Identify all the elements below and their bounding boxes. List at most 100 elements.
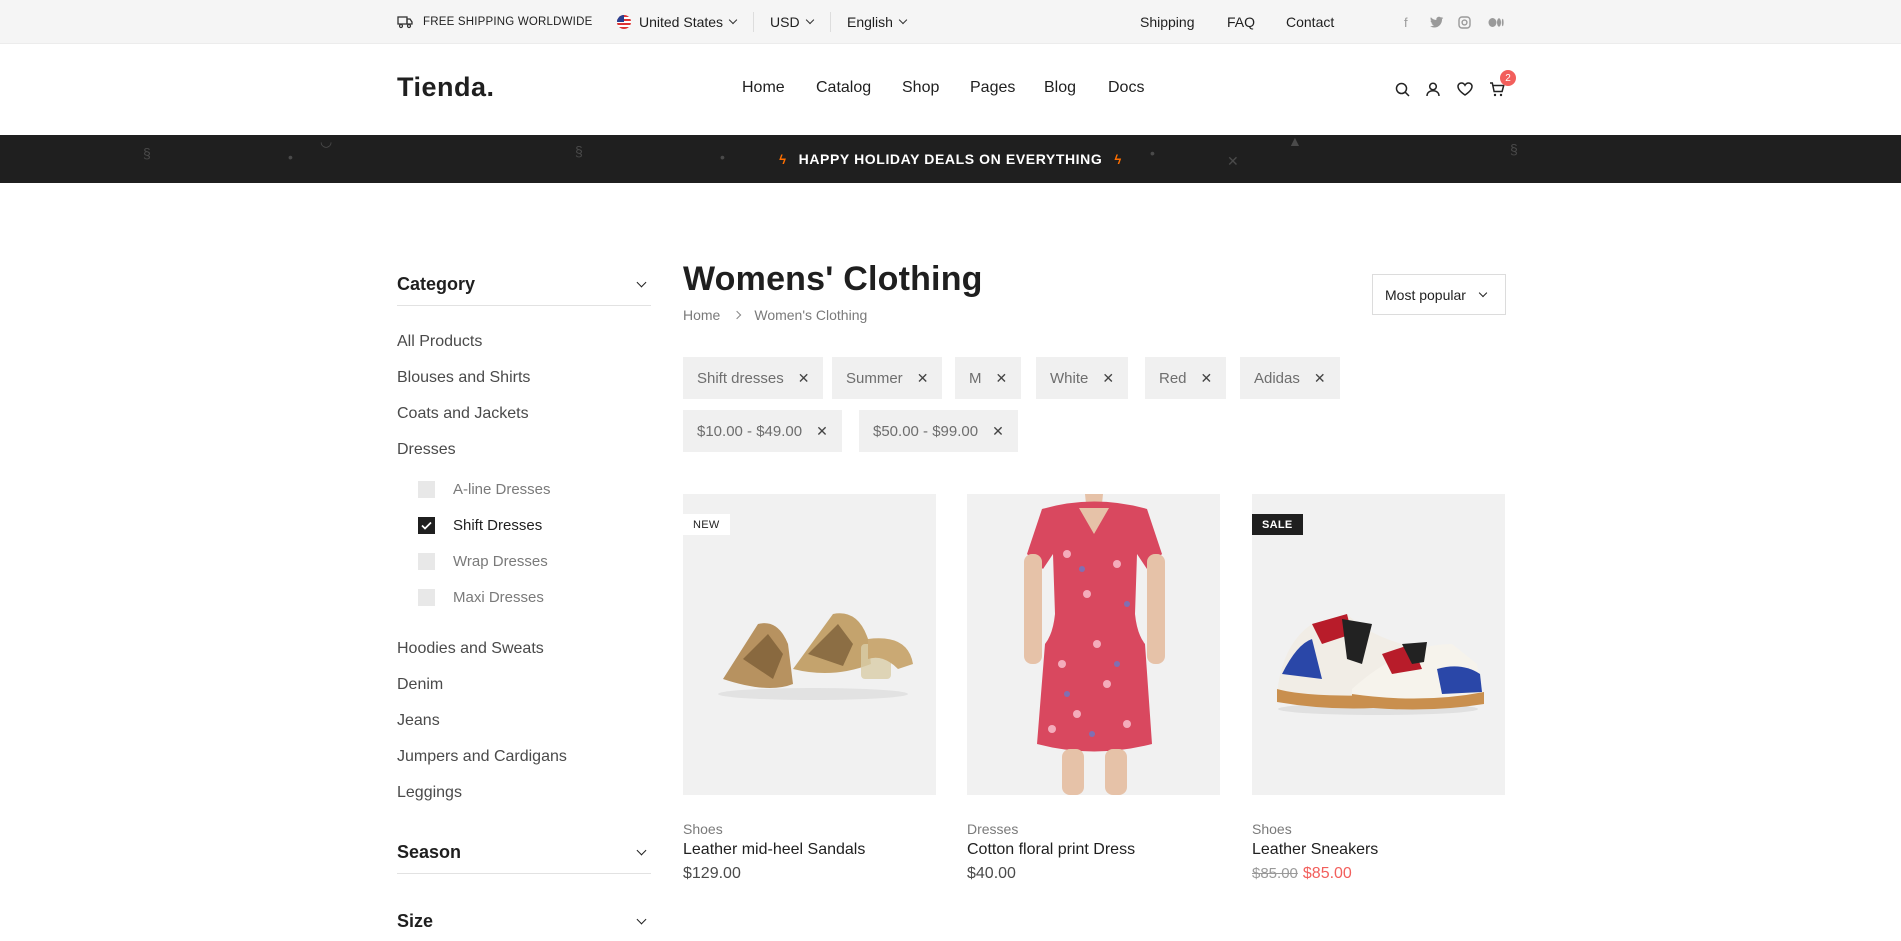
shipping-text: FREE SHIPPING WORLDWIDE xyxy=(423,16,593,28)
category-all-products[interactable]: All Products xyxy=(397,333,482,351)
nav-docs[interactable]: Docs xyxy=(1108,79,1144,97)
chevron-down-icon xyxy=(636,914,647,924)
product-image-dress[interactable] xyxy=(967,494,1220,795)
category-blouses[interactable]: Blouses and Shirts xyxy=(397,369,530,387)
close-icon[interactable]: ✕ xyxy=(816,423,828,440)
checkbox[interactable] xyxy=(418,553,435,570)
product-name[interactable]: Cotton floral print Dress xyxy=(967,841,1135,859)
dress-image xyxy=(1024,494,1165,795)
page-title: Womens' Clothing xyxy=(683,260,983,298)
search-icon[interactable] xyxy=(1391,78,1413,100)
filter-wrap-dresses[interactable]: Wrap Dresses xyxy=(418,553,548,570)
active-filter-tag[interactable]: White ✕ xyxy=(1036,357,1129,399)
close-icon[interactable]: ✕ xyxy=(996,370,1008,387)
category-denim[interactable]: Denim xyxy=(397,676,443,694)
facebook-icon[interactable]: f xyxy=(1404,0,1408,44)
faq-link[interactable]: FAQ xyxy=(1227,0,1255,44)
check-icon xyxy=(421,521,432,530)
active-filter-tag[interactable]: Adidas ✕ xyxy=(1240,357,1340,399)
breadcrumb-current: Women's Clothing xyxy=(754,307,868,323)
shipping-link[interactable]: Shipping xyxy=(1140,0,1195,44)
category-jeans[interactable]: Jeans xyxy=(397,712,440,730)
close-icon[interactable]: ✕ xyxy=(992,423,1004,440)
nav-catalog[interactable]: Catalog xyxy=(816,79,871,97)
tag-label: $10.00 - $49.00 xyxy=(697,422,803,440)
close-icon[interactable]: ✕ xyxy=(917,370,929,387)
medium-icon[interactable] xyxy=(1488,0,1504,44)
size-title: Size xyxy=(397,910,434,931)
filter-maxi-dresses[interactable]: Maxi Dresses xyxy=(418,589,544,606)
country-selector[interactable]: United States xyxy=(617,0,738,44)
instagram-icon[interactable] xyxy=(1458,0,1471,44)
nav-blog[interactable]: Blog xyxy=(1044,79,1076,97)
category-leggings[interactable]: Leggings xyxy=(397,784,462,802)
faq-link-label: FAQ xyxy=(1227,14,1256,30)
active-filter-tag[interactable]: Summer ✕ xyxy=(832,357,943,399)
promo-text: ϟ HAPPY HOLIDAY DEALS ON EVERYTHING ϟ xyxy=(0,135,1901,183)
currency-selector[interactable]: USD xyxy=(770,0,814,44)
active-filter-tag[interactable]: $50.00 - $99.00 ✕ xyxy=(859,410,1018,452)
bolt-icon: ϟ xyxy=(1114,151,1122,167)
shipping-link-label: Shipping xyxy=(1140,14,1195,30)
season-filter-header[interactable]: Season xyxy=(397,832,651,874)
truck-icon xyxy=(397,16,413,29)
breadcrumb-home[interactable]: Home xyxy=(683,307,720,323)
old-price: $85.00 xyxy=(1252,865,1298,882)
product-image-sandals[interactable]: NEW xyxy=(683,494,936,795)
close-icon[interactable]: ✕ xyxy=(798,370,810,387)
filter-shift-dresses[interactable]: Shift Dresses xyxy=(418,517,542,534)
category-dresses[interactable]: Dresses xyxy=(397,441,456,459)
chevron-down-icon xyxy=(636,277,647,288)
checkbox[interactable] xyxy=(418,589,435,606)
filter-label: A-line Dresses xyxy=(453,481,551,498)
promo-label: HAPPY HOLIDAY DEALS ON EVERYTHING xyxy=(798,151,1103,167)
product-image-sneakers[interactable]: SALE xyxy=(1252,494,1505,795)
sale-badge: SALE xyxy=(1252,514,1303,535)
product-category: Shoes xyxy=(1252,821,1292,837)
product-name[interactable]: Leather Sneakers xyxy=(1252,841,1378,859)
language-selector[interactable]: English xyxy=(847,0,908,44)
sort-select[interactable]: Most popular xyxy=(1372,274,1506,315)
close-icon[interactable]: ✕ xyxy=(1102,370,1114,387)
filter-label: Shift Dresses xyxy=(453,517,543,534)
nav-pages[interactable]: Pages xyxy=(970,79,1015,97)
chevron-down-icon xyxy=(1478,288,1488,297)
product-category: Shoes xyxy=(683,821,723,837)
filter-a-line-dresses[interactable]: A-line Dresses xyxy=(418,481,551,498)
product-price: $85.00 $85.00 xyxy=(1252,865,1352,883)
heart-icon[interactable] xyxy=(1454,78,1476,100)
tag-label: $50.00 - $99.00 xyxy=(873,422,979,440)
tag-label: Adidas xyxy=(1254,369,1300,387)
category-filter-header[interactable]: Category xyxy=(397,264,651,306)
checkbox[interactable] xyxy=(418,481,435,498)
category-coats[interactable]: Coats and Jackets xyxy=(397,405,529,423)
category-jumpers[interactable]: Jumpers and Cardigans xyxy=(397,748,567,766)
checkbox-checked[interactable] xyxy=(418,517,435,534)
nav-shop[interactable]: Shop xyxy=(902,79,939,97)
twitter-icon[interactable] xyxy=(1430,0,1444,44)
category-hoodies[interactable]: Hoodies and Sweats xyxy=(397,640,544,658)
sort-label: Most popular xyxy=(1385,286,1466,303)
sneakers-image xyxy=(1277,614,1484,715)
top-bar: FREE SHIPPING WORLDWIDE United States US… xyxy=(0,0,1901,44)
size-filter-header[interactable]: Size xyxy=(397,900,651,941)
contact-link-label: Contact xyxy=(1286,14,1335,30)
logo[interactable]: Tienda. xyxy=(397,72,495,103)
close-icon[interactable]: ✕ xyxy=(1314,370,1326,387)
contact-link[interactable]: Contact xyxy=(1286,0,1334,44)
shipping-notice: FREE SHIPPING WORLDWIDE xyxy=(397,0,592,44)
user-icon[interactable] xyxy=(1422,78,1444,100)
chevron-down-icon xyxy=(636,845,647,856)
country-label: United States xyxy=(639,14,724,30)
active-filter-tag[interactable]: $10.00 - $49.00 ✕ xyxy=(683,410,842,452)
language-label: English xyxy=(847,14,893,30)
chevron-down-icon xyxy=(898,15,908,25)
nav-home[interactable]: Home xyxy=(742,79,785,97)
active-filter-tag[interactable]: M ✕ xyxy=(955,357,1022,399)
new-badge: NEW xyxy=(683,514,730,535)
active-filter-tag[interactable]: Red ✕ xyxy=(1145,357,1227,399)
product-name[interactable]: Leather mid-heel Sandals xyxy=(683,841,865,859)
close-icon[interactable]: ✕ xyxy=(1201,370,1213,387)
tag-label: Summer xyxy=(846,369,903,387)
active-filter-tag[interactable]: Shift dresses ✕ xyxy=(683,357,824,399)
